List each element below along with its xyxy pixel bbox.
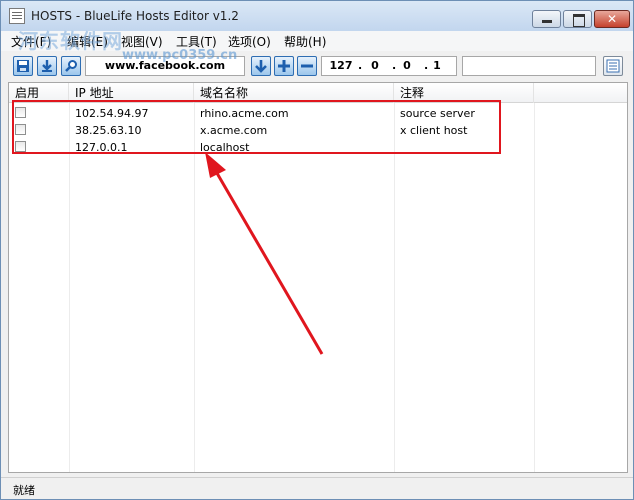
ip-octet-1[interactable]: 127 xyxy=(326,59,356,72)
status-text: 就绪 xyxy=(13,484,35,497)
search-icon xyxy=(65,60,77,72)
app-icon xyxy=(9,8,25,24)
find-button[interactable] xyxy=(61,56,81,76)
ip-octet-2[interactable]: 0 xyxy=(360,59,390,72)
add-entry-button[interactable] xyxy=(274,56,294,76)
minus-icon xyxy=(301,64,313,68)
watermark-url: www.pc0359.cn xyxy=(122,48,238,63)
watermark-text: 河东软件网 xyxy=(18,29,123,53)
column-divider xyxy=(534,103,535,472)
column-divider xyxy=(69,103,70,472)
column-divider xyxy=(194,103,195,472)
annotation-highlight-box xyxy=(12,100,501,154)
maximize-button[interactable] xyxy=(563,10,592,28)
ip-address-input[interactable]: 127 . 0 . 0 . 1 xyxy=(321,56,457,76)
ip-octet-3[interactable]: 0 xyxy=(392,59,422,72)
minimize-button[interactable] xyxy=(532,10,561,28)
save-button[interactable] xyxy=(13,56,33,76)
plus-icon xyxy=(278,60,290,72)
column-divider xyxy=(394,103,395,472)
view-text-button[interactable] xyxy=(603,56,623,76)
window-title: HOSTS - BlueLife Hosts Editor v1.2 xyxy=(31,9,239,23)
ip-octet-4[interactable]: 1 xyxy=(422,59,452,72)
status-bar: 就绪 xyxy=(1,477,633,499)
comment-input[interactable] xyxy=(462,56,596,76)
download-icon xyxy=(42,60,52,72)
toolbar: www.facebook.com 127 . 0 . 0 . 1 xyxy=(1,51,633,81)
reload-button[interactable] xyxy=(37,56,57,76)
close-button[interactable] xyxy=(594,10,630,28)
menu-help[interactable]: 帮助(H) xyxy=(284,33,326,50)
list-view-icon xyxy=(606,59,620,73)
save-icon xyxy=(17,60,29,72)
move-down-button[interactable] xyxy=(251,56,271,76)
app-window: HOSTS - BlueLife Hosts Editor v1.2 文件(F)… xyxy=(0,0,634,500)
remove-entry-button[interactable] xyxy=(297,56,317,76)
arrow-down-icon xyxy=(255,60,267,73)
